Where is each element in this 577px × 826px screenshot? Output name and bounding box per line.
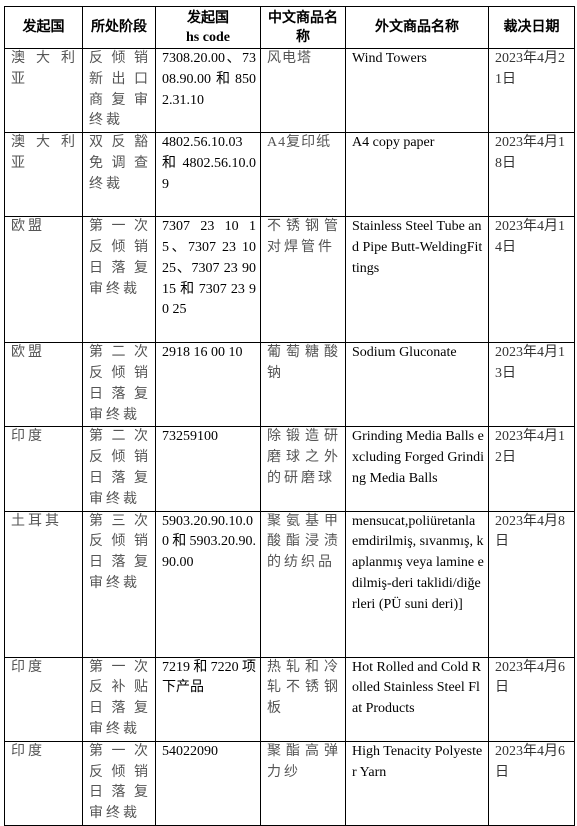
cell-date: 2023年4月6日 xyxy=(488,656,575,742)
table-row: 欧盟 第二次反倾销日落复审终裁 2918 16 00 10 葡萄糖酸钠 Sodi… xyxy=(4,342,575,428)
cell-stage: 反倾销新出口商复审终裁 xyxy=(82,47,156,134)
cell-country: 欧盟 xyxy=(4,216,83,344)
cell-country: 土耳其 xyxy=(4,510,83,658)
cell-stage: 第一次反补贴日落复审终裁 xyxy=(82,656,156,742)
cell-hs-code: 7308.20.00、7308.90.00和8502.31.10 xyxy=(155,47,261,134)
cell-foreign-name: Grinding Media Balls excluding Forged Gr… xyxy=(345,426,489,512)
cell-cn-name: 除锻造研磨球之外的研磨球 xyxy=(260,426,346,512)
table-row: 印度 第一次反倾销日落复审终裁 54022090 聚酯高弹力纱 High Ten… xyxy=(4,740,575,826)
cell-cn-name: 聚氨基甲酸酯浸渍的纺织品 xyxy=(260,510,346,658)
header-country: 发起国 xyxy=(4,6,83,49)
cell-hs-code: 7219和7220项下产品 xyxy=(155,656,261,742)
cell-cn-name: 不锈钢管对焊管件 xyxy=(260,216,346,344)
cell-cn-name: 风电塔 xyxy=(260,47,346,134)
cell-hs-code: 5903.20.90.10.00和5903.20.90.90.00 xyxy=(155,510,261,658)
cell-hs-code: 73259100 xyxy=(155,426,261,512)
table-row: 澳大利亚 双反豁免调查终裁 4802.56.10.03和4802.56.10.0… xyxy=(4,132,575,218)
header-hs-code: 发起国 hs code xyxy=(155,6,261,49)
header-row: 发起国 所处阶段 发起国 hs code 中文商品名称 外文商品名称 裁决日期 xyxy=(4,6,575,49)
cell-country: 澳大利亚 xyxy=(4,47,83,134)
cell-date: 2023年4月6日 xyxy=(488,740,575,826)
cell-foreign-name: Stainless Steel Tube and Pipe Butt-Weldi… xyxy=(345,216,489,344)
header-cn-name: 中文商品名称 xyxy=(260,6,346,49)
cell-stage: 第一次反倾销日落复审终裁 xyxy=(82,740,156,826)
cell-country: 澳大利亚 xyxy=(4,132,83,218)
header-hs-code-line1: 发起国 xyxy=(187,10,229,26)
table-row: 土耳其 第三次反倾销日落复审终裁 5903.20.90.10.00和5903.2… xyxy=(4,510,575,658)
table-row: 澳大利亚 反倾销新出口商复审终裁 7308.20.00、7308.90.00和8… xyxy=(4,47,575,134)
cell-foreign-name: A4 copy paper xyxy=(345,132,489,218)
cell-country: 印度 xyxy=(4,426,83,512)
cell-foreign-name: Wind Towers xyxy=(345,47,489,134)
cell-foreign-name: High Tenacity Polyester Yarn xyxy=(345,740,489,826)
trade-remedy-table: 发起国 所处阶段 发起国 hs code 中文商品名称 外文商品名称 裁决日期 … xyxy=(4,6,575,826)
header-foreign-name: 外文商品名称 xyxy=(345,6,489,49)
cell-hs-code: 4802.56.10.03和4802.56.10.09 xyxy=(155,132,261,218)
cell-country: 印度 xyxy=(4,740,83,826)
cell-stage: 第一次反倾销日落复审终裁 xyxy=(82,216,156,344)
cell-cn-name: 聚酯高弹力纱 xyxy=(260,740,346,826)
cell-cn-name: 热轧和冷轧不锈钢板 xyxy=(260,656,346,742)
cell-country: 欧盟 xyxy=(4,342,83,428)
cell-stage: 第二次反倾销日落复审终裁 xyxy=(82,426,156,512)
cell-country: 印度 xyxy=(4,656,83,742)
cell-stage: 第三次反倾销日落复审终裁 xyxy=(82,510,156,658)
cell-foreign-name: Sodium Gluconate xyxy=(345,342,489,428)
cell-date: 2023年4月18日 xyxy=(488,132,575,218)
header-hs-code-line2: hs code xyxy=(186,29,230,45)
header-stage: 所处阶段 xyxy=(82,6,156,49)
cell-date: 2023年4月8日 xyxy=(488,510,575,658)
cell-hs-code: 7307 23 10 15、7307 23 10 25、7307 23 90 1… xyxy=(155,216,261,344)
table-row: 欧盟 第一次反倾销日落复审终裁 7307 23 10 15、7307 23 10… xyxy=(4,216,575,344)
cell-date: 2023年4月14日 xyxy=(488,216,575,344)
cell-cn-name: A4复印纸 xyxy=(260,132,346,218)
cell-date: 2023年4月13日 xyxy=(488,342,575,428)
table-row: 印度 第一次反补贴日落复审终裁 7219和7220项下产品 热轧和冷轧不锈钢板 … xyxy=(4,656,575,742)
cell-foreign-name: Hot Rolled and Cold Rolled Stainless Ste… xyxy=(345,656,489,742)
header-date: 裁决日期 xyxy=(488,6,575,49)
cell-cn-name: 葡萄糖酸钠 xyxy=(260,342,346,428)
cell-hs-code: 2918 16 00 10 xyxy=(155,342,261,428)
cell-date: 2023年4月21日 xyxy=(488,47,575,134)
cell-hs-code: 54022090 xyxy=(155,740,261,826)
cell-date: 2023年4月12日 xyxy=(488,426,575,512)
table-row: 印度 第二次反倾销日落复审终裁 73259100 除锻造研磨球之外的研磨球 Gr… xyxy=(4,426,575,512)
cell-stage: 双反豁免调查终裁 xyxy=(82,132,156,218)
cell-stage: 第二次反倾销日落复审终裁 xyxy=(82,342,156,428)
cell-foreign-name: mensucat,poliüretanla emdirilmiş, sıvanm… xyxy=(345,510,489,658)
